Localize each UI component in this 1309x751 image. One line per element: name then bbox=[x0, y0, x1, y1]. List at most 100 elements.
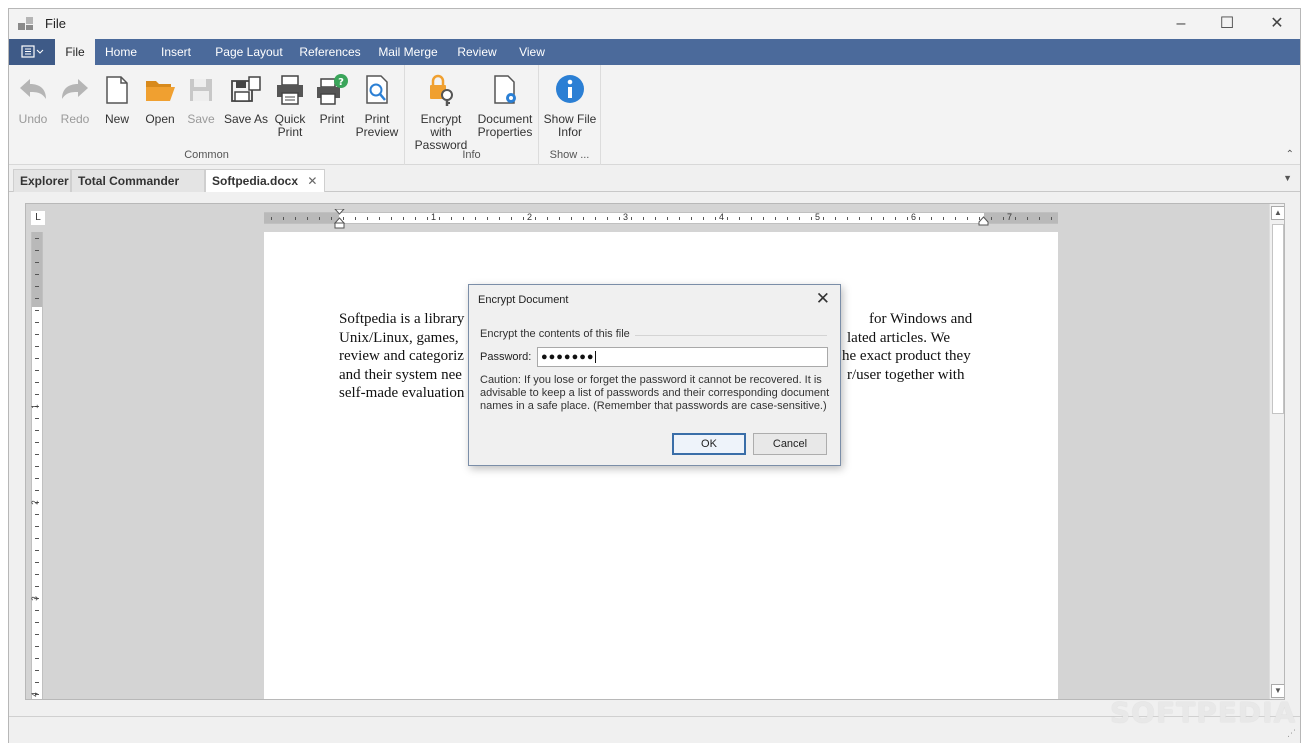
save-as-button[interactable]: Save As bbox=[223, 73, 269, 126]
tab-page-layout[interactable]: Page Layout bbox=[211, 39, 287, 65]
tab-home[interactable]: Home bbox=[99, 39, 143, 65]
save-button[interactable]: Save bbox=[183, 73, 219, 126]
right-indent-marker-icon[interactable] bbox=[978, 216, 989, 226]
close-tab-icon[interactable]: ✕ bbox=[307, 174, 317, 188]
open-button[interactable]: Open bbox=[141, 73, 179, 126]
ruler-tick bbox=[895, 217, 896, 220]
ruler-tick bbox=[943, 217, 944, 220]
new-button[interactable]: New bbox=[99, 73, 135, 126]
resize-grip-icon[interactable]: ⋰ bbox=[1287, 728, 1296, 739]
ruler-tick bbox=[35, 490, 39, 491]
left-indent-marker-icon[interactable] bbox=[334, 209, 345, 229]
horizontal-ruler[interactable]: 1 2 3 4 5 6 7 bbox=[264, 209, 1058, 229]
tab-explorer[interactable]: Explorer bbox=[13, 169, 71, 192]
minimize-button[interactable]: – bbox=[1158, 9, 1204, 39]
tab-insert[interactable]: Insert bbox=[152, 39, 200, 65]
ribbon-group-info: Encrypt with Password Document Propertie… bbox=[405, 65, 539, 165]
ruler-tick bbox=[271, 217, 272, 220]
ruler-tick bbox=[283, 217, 284, 220]
vertical-scrollbar[interactable]: ▲ ▼ bbox=[1269, 204, 1284, 699]
print-icon: ? bbox=[317, 74, 348, 105]
ruler-tick bbox=[35, 262, 39, 263]
ruler-tick bbox=[415, 217, 416, 220]
ruler-tick bbox=[583, 217, 584, 220]
password-input[interactable]: ●●●●●●● bbox=[537, 347, 828, 367]
collapse-ribbon-chevron-icon[interactable]: ⌃ bbox=[1286, 149, 1294, 160]
encrypt-with-password-button[interactable]: Encrypt with Password bbox=[409, 73, 473, 152]
ruler-number: 2 bbox=[30, 500, 40, 505]
print-button[interactable]: ? Print bbox=[313, 73, 351, 126]
ruler-number: 6 bbox=[911, 212, 917, 222]
ruler-tick bbox=[823, 217, 824, 220]
scrollbar-thumb[interactable] bbox=[1272, 224, 1284, 414]
ruler-tick bbox=[727, 217, 728, 220]
vertical-ruler[interactable]: 1 2 3 4 bbox=[30, 232, 43, 699]
ruler-tick bbox=[847, 217, 848, 220]
encrypt-lock-key-icon bbox=[430, 74, 453, 106]
ruler-tick bbox=[883, 217, 884, 220]
ruler-tick bbox=[355, 217, 356, 220]
dialog-close-icon[interactable]: ✕ bbox=[816, 289, 830, 309]
new-document-icon bbox=[106, 76, 128, 104]
ribbon-group-common: Undo Redo New Open Save Save As Quick Pr… bbox=[9, 65, 405, 165]
document-properties-button[interactable]: Document Properties bbox=[475, 73, 535, 139]
ruler-tick bbox=[1003, 217, 1004, 220]
application-menu-button[interactable] bbox=[9, 39, 55, 65]
ruler-tick bbox=[1039, 217, 1040, 220]
ruler-tick bbox=[35, 298, 39, 299]
undo-button[interactable]: Undo bbox=[13, 73, 53, 126]
ruler-tick bbox=[919, 217, 920, 220]
quick-print-button[interactable]: Quick Print bbox=[271, 73, 309, 139]
ribbon-group-label-info: Info bbox=[462, 149, 481, 161]
ruler-tick bbox=[619, 217, 620, 220]
ruler-tick bbox=[1015, 217, 1016, 220]
tab-mail-merge[interactable]: Mail Merge bbox=[375, 39, 441, 65]
ruler-tick bbox=[35, 454, 39, 455]
close-window-button[interactable]: ✕ bbox=[1254, 9, 1300, 39]
ruler-tick bbox=[571, 217, 572, 220]
tab-review[interactable]: Review bbox=[453, 39, 501, 65]
ruler-tick bbox=[35, 670, 39, 671]
ruler-tick bbox=[631, 217, 632, 220]
ruler-tick bbox=[751, 217, 752, 220]
ok-button[interactable]: OK bbox=[672, 433, 746, 455]
app-menu-icon bbox=[21, 45, 44, 58]
dialog-title: Encrypt Document bbox=[478, 294, 569, 306]
ruler-tick bbox=[679, 217, 680, 220]
tab-stop-selector[interactable]: L bbox=[31, 211, 45, 225]
tab-softpedia-docx[interactable]: Softpedia.docx ✕ bbox=[205, 169, 325, 192]
ruler-tick bbox=[403, 217, 404, 220]
tab-total-commander[interactable]: Total Commander bbox=[71, 169, 205, 192]
ruler-tick bbox=[391, 217, 392, 220]
print-preview-button[interactable]: Print Preview bbox=[355, 73, 399, 139]
ribbon-group-show: Show File Infor Show ... bbox=[539, 65, 601, 165]
encrypt-document-dialog: Encrypt Document ✕ Encrypt the contents … bbox=[468, 284, 841, 466]
maximize-button[interactable]: ☐ bbox=[1204, 9, 1250, 39]
redo-button[interactable]: Redo bbox=[55, 73, 95, 126]
ruler-tick bbox=[427, 217, 428, 220]
ruler-tick bbox=[811, 217, 812, 220]
document-tab-strip: Explorer Total Commander Softpedia.docx … bbox=[9, 166, 1300, 192]
undo-icon bbox=[20, 79, 46, 99]
title-bar: File – ☐ ✕ bbox=[9, 9, 1300, 39]
status-bar: ⋰ bbox=[9, 716, 1300, 743]
text-line: review and categoriz bbox=[339, 348, 464, 364]
ruler-tick bbox=[35, 574, 39, 575]
show-file-info-button[interactable]: Show File Infor bbox=[541, 73, 599, 139]
ruler-tick bbox=[35, 622, 39, 623]
scroll-up-arrow-icon[interactable]: ▲ bbox=[1271, 206, 1284, 220]
tab-view[interactable]: View bbox=[514, 39, 550, 65]
ruler-tick bbox=[763, 217, 764, 220]
ruler-number: 4 bbox=[30, 692, 40, 697]
tab-references[interactable]: References bbox=[297, 39, 363, 65]
menu-bar: File Home Insert Page Layout References … bbox=[9, 39, 1300, 65]
quick-print-icon bbox=[277, 75, 303, 105]
ruler-tick bbox=[35, 682, 39, 683]
tab-list-dropdown-icon[interactable]: ▼ bbox=[1283, 173, 1292, 183]
cancel-button[interactable]: Cancel bbox=[753, 433, 827, 455]
ruler-tick bbox=[871, 217, 872, 220]
ruler-number: 3 bbox=[30, 596, 40, 601]
tab-file[interactable]: File bbox=[55, 39, 95, 65]
ruler-tick bbox=[691, 217, 692, 220]
ruler-tick bbox=[35, 526, 39, 527]
